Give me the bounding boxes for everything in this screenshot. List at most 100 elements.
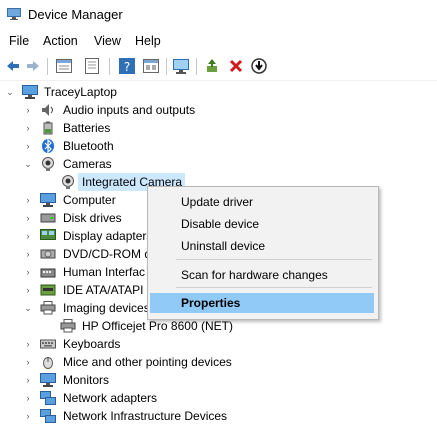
keyboard-icon — [40, 339, 56, 349]
view-button[interactable] — [142, 57, 160, 75]
webcam-icon — [42, 157, 54, 171]
ctx-scan-hardware[interactable]: Scan for hardware changes — [181, 268, 328, 282]
refresh-icon — [85, 58, 99, 74]
tree-label: Computer — [63, 193, 116, 207]
tree-label: Monitors — [63, 373, 110, 387]
disk-drive-icon — [40, 213, 56, 223]
expand-icon[interactable]: › — [23, 335, 33, 353]
tree-item-audio[interactable]: › Audio inputs and outputs — [0, 101, 300, 119]
collapse-icon[interactable]: ⌄ — [5, 83, 15, 101]
menu-view[interactable]: View — [94, 34, 121, 48]
properties-button[interactable] — [55, 57, 73, 75]
tree-item-imaging-devices[interactable]: ⌄ Imaging devices — [0, 299, 150, 317]
tree-label: IDE ATA/ATAPI c — [63, 283, 153, 297]
tree-item-mice[interactable]: › Mice and other pointing devices — [0, 353, 300, 371]
expand-icon[interactable]: › — [23, 389, 33, 407]
tree-label: Bluetooth — [63, 139, 114, 153]
toolbar-separator — [166, 58, 167, 75]
help-icon: ? — [119, 58, 135, 74]
tree-item-batteries[interactable]: › Batteries — [0, 119, 300, 137]
webcam-icon — [62, 175, 74, 189]
collapse-icon[interactable]: ⌄ — [23, 155, 33, 173]
ctx-properties[interactable]: Properties — [181, 296, 240, 310]
ctx-disable-device[interactable]: Disable device — [181, 217, 259, 231]
tree-item-human-interface[interactable]: › Human Interfac — [0, 263, 150, 281]
expand-icon[interactable]: › — [23, 353, 33, 371]
back-arrow-icon — [7, 61, 19, 71]
expand-icon[interactable]: › — [23, 407, 33, 425]
tree-item-monitors[interactable]: › Monitors — [0, 371, 300, 389]
view-icon — [143, 59, 159, 73]
properties-icon — [56, 59, 72, 73]
forward-button[interactable] — [24, 57, 42, 75]
tree-item-computer[interactable]: › Computer — [0, 191, 150, 209]
mouse-icon — [43, 357, 53, 369]
ctx-update-driver[interactable]: Update driver — [181, 195, 253, 209]
tree-item-keyboards[interactable]: › Keyboards — [0, 335, 300, 353]
battery-icon — [43, 121, 53, 135]
tree-item-dvd-cd-rom[interactable]: › DVD/CD-ROM d — [0, 245, 152, 263]
menu-file[interactable]: File — [9, 34, 29, 48]
toolbar-separator — [109, 58, 110, 75]
tree-item-bluetooth[interactable]: › Bluetooth — [0, 137, 300, 155]
tree-label: Display adapters — [63, 229, 153, 243]
tree-label: Batteries — [63, 121, 111, 135]
refresh-button[interactable] — [83, 57, 101, 75]
monitor-icon — [40, 373, 56, 387]
expand-icon[interactable]: › — [23, 191, 33, 209]
download-icon — [251, 58, 267, 74]
context-menu: Update driver Disable device Uninstall d… — [147, 186, 379, 320]
tree-label: Cameras — [63, 157, 112, 171]
tree-root[interactable]: ⌄ TraceyLaptop — [0, 83, 300, 101]
device-manager-icon — [7, 8, 21, 20]
tree-item-display-adapters[interactable]: › Display adapters — [0, 227, 153, 245]
tree-item-network-infrastructure[interactable]: › Network Infrastructure Devices — [0, 407, 300, 425]
update-driver-button[interactable] — [204, 57, 222, 75]
update-driver-icon — [207, 59, 217, 72]
bluetooth-icon — [42, 139, 54, 153]
scan-button[interactable] — [172, 57, 190, 75]
expand-icon[interactable]: › — [23, 227, 33, 245]
expand-icon[interactable]: › — [23, 119, 33, 137]
menu-action[interactable]: Action — [43, 34, 78, 48]
controller-icon — [40, 284, 56, 296]
expand-icon[interactable]: › — [23, 101, 33, 119]
help-button[interactable]: ? — [118, 57, 136, 75]
network-adapter-icon — [40, 391, 56, 405]
tree-label: DVD/CD-ROM d — [63, 247, 152, 261]
tree-label: Network Infrastructure Devices — [63, 409, 228, 423]
expand-icon[interactable]: › — [23, 209, 33, 227]
tree-label: Imaging devices — [63, 301, 150, 315]
forward-arrow-icon — [27, 61, 39, 71]
download-button[interactable] — [250, 57, 268, 75]
expand-icon[interactable]: › — [23, 137, 33, 155]
window-title: Device Manager — [28, 7, 123, 22]
collapse-icon[interactable]: ⌄ — [23, 299, 33, 317]
expand-icon[interactable]: › — [23, 281, 33, 299]
uninstall-button[interactable] — [227, 57, 245, 75]
expand-icon[interactable]: › — [23, 245, 33, 263]
uninstall-icon — [229, 59, 243, 73]
tree-label: Mice and other pointing devices — [63, 355, 232, 369]
tree-label: Human Interfac — [63, 265, 146, 279]
tree-item-ide-ata-atapi[interactable]: › IDE ATA/ATAPI c — [0, 281, 153, 299]
tree-item-disk-drives[interactable]: › Disk drives — [0, 209, 150, 227]
menu-help[interactable]: Help — [135, 34, 161, 48]
root-label: TraceyLaptop — [44, 85, 117, 99]
tree-item-network-adapters[interactable]: › Network adapters — [0, 389, 300, 407]
tree-item-cameras[interactable]: ⌄ Cameras — [0, 155, 300, 173]
ctx-uninstall-device[interactable]: Uninstall device — [181, 239, 265, 253]
ctx-separator — [176, 287, 372, 288]
svg-text:?: ? — [124, 60, 130, 74]
printer-icon — [60, 319, 76, 333]
title-bar: Device Manager — [0, 0, 437, 30]
back-button[interactable] — [4, 57, 22, 75]
monitor-icon — [40, 193, 56, 207]
hid-icon — [40, 268, 56, 278]
network-device-icon — [40, 409, 56, 423]
menu-bar: File Action View Help — [0, 30, 437, 52]
expand-icon[interactable]: › — [23, 263, 33, 281]
toolbar: ? — [0, 53, 437, 81]
expand-icon[interactable]: › — [23, 371, 33, 389]
printer-icon — [40, 301, 56, 315]
